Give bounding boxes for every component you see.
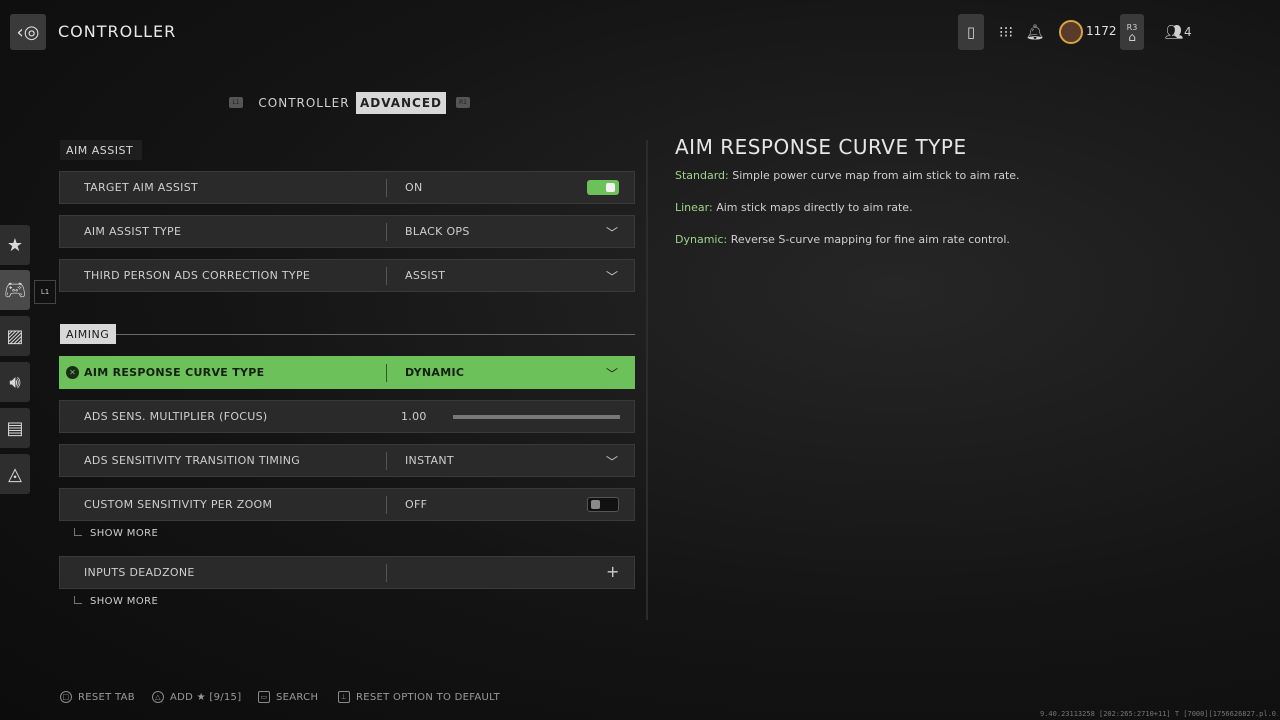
footer-label: SEARCH <box>276 691 319 703</box>
back-button[interactable]: ‹◎ <box>10 14 46 50</box>
setting-row-custom-sens-per-zoom[interactable]: CUSTOM SENSITIVITY PER ZOOM OFF <box>59 488 635 521</box>
section-divider <box>116 334 635 335</box>
sidebar-item-interface[interactable]: ▤ <box>0 408 30 448</box>
setting-value: BLACK OPS <box>405 225 470 238</box>
footer-reset-option[interactable]: ⊥ RESET OPTION TO DEFAULT <box>338 690 500 704</box>
footer-search[interactable]: ▭ SEARCH <box>258 690 318 704</box>
display-icon: ▨ <box>6 325 24 347</box>
setting-value: ON <box>405 181 423 194</box>
show-more-link[interactable]: SHOW MORE <box>74 528 158 542</box>
sensitivity-slider[interactable] <box>453 415 620 419</box>
sidebar-item-audio[interactable]: 🔊︎ <box>0 362 30 402</box>
setting-row-aim-assist-type[interactable]: AIM ASSIST TYPE BLACK OPS ﹀ <box>59 215 635 248</box>
detail-text: Reverse S-curve mapping for fine aim rat… <box>727 233 1010 246</box>
show-more-link[interactable]: SHOW MORE <box>74 596 158 610</box>
footer-reset-tab[interactable]: □ RESET TAB <box>60 690 135 704</box>
setting-value: OFF <box>405 498 428 511</box>
interface-icon: ▤ <box>6 417 24 439</box>
detail-description-standard: Standard: Simple power curve map from ai… <box>675 169 1020 182</box>
back-arrow-icon: ‹◎ <box>16 21 40 43</box>
show-more-label: SHOW MORE <box>90 596 159 607</box>
tab-advanced[interactable]: ADVANCED <box>356 92 446 114</box>
setting-label: THIRD PERSON ADS CORRECTION TYPE <box>84 269 311 282</box>
star-icon: ★ <box>6 234 24 256</box>
setting-label: INPUTS DEADZONE <box>84 566 195 579</box>
r1-tab-hint-icon: R1 <box>456 97 470 108</box>
page-title: CONTROLLER <box>58 22 177 41</box>
setting-row-inputs-deadzone[interactable]: INPUTS DEADZONE + <box>59 556 635 589</box>
footer-label: RESET OPTION TO DEFAULT <box>356 691 501 703</box>
footer-add-favorite[interactable]: △ ADD ★ [9/15] <box>152 690 241 704</box>
chevron-down-icon[interactable]: ﹀ <box>606 365 620 381</box>
controller-icon: 🎮︎ <box>3 279 27 301</box>
chevron-down-icon[interactable]: ﹀ <box>606 224 620 240</box>
toggle-switch-on[interactable] <box>587 180 619 195</box>
toggle-switch-off[interactable] <box>587 497 619 512</box>
chevron-down-icon[interactable]: ﹀ <box>606 453 620 469</box>
setting-label: ADS SENSITIVITY TRANSITION TIMING <box>84 454 301 467</box>
setting-value: INSTANT <box>405 454 454 467</box>
plus-icon[interactable]: + <box>606 562 620 581</box>
audio-icon: 🔊︎ <box>9 371 21 393</box>
party-count: 4 <box>1184 25 1192 39</box>
setting-label: AIM RESPONSE CURVE TYPE <box>84 366 265 379</box>
setting-value: DYNAMIC <box>405 366 465 379</box>
setting-value: 1.00 <box>401 410 427 423</box>
setting-row-ads-sens-multiplier[interactable]: ADS SENS. MULTIPLIER (FOCUS) 1.00 <box>59 400 635 433</box>
detail-title: AIM RESPONSE CURVE TYPE <box>675 135 967 159</box>
setting-label: CUSTOM SENSITIVITY PER ZOOM <box>84 498 273 511</box>
chevron-down-icon[interactable]: ﹀ <box>606 268 620 284</box>
square-button-icon: □ <box>60 691 72 703</box>
touchpad-button-icon: ▭ <box>258 691 270 703</box>
detail-description-linear: Linear: Aim stick maps directly to aim r… <box>675 201 913 214</box>
detail-key: Dynamic: <box>675 233 728 246</box>
detail-text: Aim stick maps directly to aim rate. <box>712 201 913 214</box>
sidebar-item-controller[interactable]: 🎮︎ <box>0 270 30 310</box>
player-points: 1172 <box>1086 24 1117 38</box>
l1-tab-hint-icon: L1 <box>229 97 243 108</box>
section-header-aim-assist: AIM ASSIST <box>60 140 142 160</box>
setting-row-third-person-ads-correction[interactable]: THIRD PERSON ADS CORRECTION TYPE ASSIST … <box>59 259 635 292</box>
party-icon[interactable]: 👥︎ <box>1164 14 1184 50</box>
r3-button-icon: ⊥ <box>338 691 350 703</box>
build-info: 9.40.23113258 [202:265:2710+11] T [7000]… <box>1040 710 1278 718</box>
scrollbar[interactable] <box>646 140 648 620</box>
footer-label: RESET TAB <box>78 691 135 703</box>
r3-button-icon[interactable]: R3 ⌂ <box>1120 14 1144 50</box>
setting-row-aim-response-curve[interactable]: ✕ AIM RESPONSE CURVE TYPE DYNAMIC ﹀ <box>59 356 635 389</box>
sidebar-item-favorites[interactable]: ★ <box>0 225 30 265</box>
setting-label: AIM ASSIST TYPE <box>84 225 182 238</box>
sidebar-l1-hint-icon: L1 <box>34 280 56 304</box>
sidebar-item-account-network[interactable]: ◬ <box>0 454 30 494</box>
footer-label: ADD ★ [9/15] <box>170 691 242 703</box>
setting-row-ads-transition-timing[interactable]: ADS SENSITIVITY TRANSITION TIMING INSTAN… <box>59 444 635 477</box>
setting-label: TARGET AIM ASSIST <box>84 181 199 194</box>
show-more-label: SHOW MORE <box>90 528 159 539</box>
detail-key: Linear: <box>675 201 713 214</box>
controller-status-icon[interactable]: ▯ <box>958 14 984 50</box>
sidebar-item-graphics[interactable]: ▨ <box>0 316 30 356</box>
setting-value: ASSIST <box>405 269 446 282</box>
tab-controller[interactable]: CONTROLLER <box>254 92 354 114</box>
detail-text: Simple power curve map from aim stick to… <box>728 169 1020 182</box>
section-header-aiming: AIMING <box>60 324 116 344</box>
detail-description-dynamic: Dynamic: Reverse S-curve mapping for fin… <box>675 233 1010 246</box>
bell-icon[interactable]: 🔔︎ <box>1024 14 1046 50</box>
triangle-button-icon: △ <box>152 691 164 703</box>
setting-label: ADS SENS. MULTIPLIER (FOCUS) <box>84 410 268 423</box>
select-button-icon: ✕ <box>66 366 79 379</box>
account-network-icon: ◬ <box>8 463 22 485</box>
setting-row-target-aim-assist[interactable]: TARGET AIM ASSIST ON <box>59 171 635 204</box>
grid-menu-icon[interactable]: ⁝⁝⁝ <box>994 14 1018 50</box>
avatar[interactable] <box>1058 14 1084 50</box>
detail-key: Standard: <box>675 169 729 182</box>
